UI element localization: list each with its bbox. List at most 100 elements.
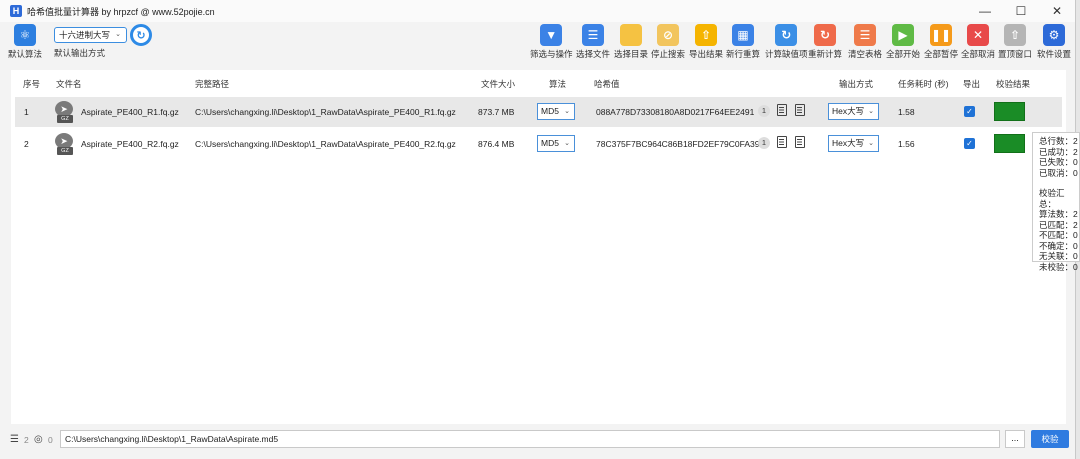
toolbar-button-label: 置顶窗口 bbox=[998, 49, 1033, 59]
verify-result-indicator bbox=[994, 134, 1025, 153]
row-index: 2 bbox=[24, 139, 29, 149]
col-algo[interactable]: 算法 bbox=[549, 78, 566, 90]
output-select[interactable]: Hex大写 ⌄ bbox=[828, 103, 879, 120]
toolbar-button-3[interactable]: 选择目录 bbox=[614, 24, 648, 60]
summary-total: 总行数：2 bbox=[1039, 136, 1078, 146]
row-path: C:\Users\changxing.li\Desktop\1_RawData\… bbox=[195, 107, 456, 117]
window-title: 哈希值批量计算器 by hrpzcf @ www.52pojie.cn bbox=[27, 6, 215, 17]
summary-cancelled: 已取消：0 bbox=[1039, 167, 1078, 178]
title-bar: H 哈希值批量计算器 by hrpzcf @ www.52pojie.cn — … bbox=[0, 0, 1075, 22]
recalc-new-icon: ▦ bbox=[732, 24, 754, 46]
hash-file-path-input[interactable]: C:\Users\changxing.li\Desktop\1_RawData\… bbox=[60, 430, 1000, 448]
algo-select-value: MD5 bbox=[541, 138, 559, 148]
summary-unverified: 未校验：0 bbox=[1039, 261, 1078, 272]
row-filename: Aspirate_PE400_R2.fq.gz bbox=[81, 139, 179, 149]
circle-count: 0 bbox=[48, 435, 53, 445]
summary-unlinked: 无关联：0 bbox=[1039, 251, 1078, 261]
atom-icon: ⚛ bbox=[14, 24, 36, 46]
toolbar-button-2[interactable]: ☰ 选择文件 bbox=[576, 24, 610, 60]
file-list-icon: ☰ bbox=[582, 24, 604, 46]
col-result[interactable]: 校验结果 bbox=[996, 78, 1030, 90]
toolbar-button-label: 全部暂停 bbox=[924, 49, 959, 59]
col-output[interactable]: 输出方式 bbox=[839, 78, 873, 90]
toolbar-button-5[interactable]: ⇧ 导出结果 bbox=[689, 24, 723, 60]
chevron-down-icon: ⌄ bbox=[115, 31, 121, 38]
refresh-icon: ↻ bbox=[775, 24, 798, 46]
row-size: 873.7 MB bbox=[478, 107, 515, 117]
chevron-down-icon: ⌄ bbox=[564, 140, 570, 147]
row-time: 1.56 bbox=[898, 139, 915, 149]
export-checkbox[interactable]: ✓ bbox=[964, 138, 975, 149]
play-icon: ▶ bbox=[892, 24, 914, 46]
edit-hash-icon[interactable] bbox=[795, 104, 805, 116]
row-hash: 088A778D73308180A8D0217F64EE2491 bbox=[596, 107, 755, 117]
chevron-down-icon: ⌄ bbox=[868, 108, 874, 115]
toolbar-button-14[interactable]: ⚙ 软件设置 bbox=[1037, 24, 1071, 60]
col-size[interactable]: 文件大小 bbox=[481, 78, 515, 90]
output-select-value: Hex大写 bbox=[832, 106, 865, 116]
output-select[interactable]: Hex大写 ⌄ bbox=[828, 135, 879, 152]
app-logo-icon: H bbox=[10, 5, 22, 17]
toolbar-button-label: 计算缺值项 bbox=[765, 49, 808, 59]
gear-icon: ⚙ bbox=[1043, 24, 1065, 46]
toolbar-button-10[interactable]: ▶ 全部开始 bbox=[886, 24, 920, 60]
algo-select-value: MD5 bbox=[541, 106, 559, 116]
output-mode-select[interactable]: 十六进制大写 ⌄ bbox=[54, 27, 127, 43]
row-time: 1.58 bbox=[898, 107, 915, 117]
col-index[interactable]: 序号 bbox=[23, 78, 40, 90]
table-row[interactable]: 1 ➤ GZ Aspirate_PE400_R1.fq.gz C:\Users\c… bbox=[15, 97, 1062, 127]
output-select-value: Hex大写 bbox=[832, 138, 865, 148]
col-export[interactable]: 导出 bbox=[963, 78, 980, 90]
toolbar-button-11[interactable]: ❚❚ 全部暂停 bbox=[924, 24, 958, 60]
col-hash[interactable]: 哈希值 bbox=[594, 78, 620, 90]
copy-hash-icon[interactable] bbox=[777, 136, 787, 148]
toolbar-button-9[interactable]: ☰ 清空表格 bbox=[848, 24, 882, 60]
default-algo-button[interactable]: ⚛ 默认算法 bbox=[8, 24, 42, 60]
toolbar-button-6[interactable]: ▦ 新行重算 bbox=[726, 24, 760, 60]
toolbar-button-4[interactable]: ⊘ 停止搜索 bbox=[651, 24, 685, 60]
verify-button[interactable]: 校验 bbox=[1031, 430, 1069, 448]
list-icon: ☰ bbox=[10, 434, 19, 445]
col-filename[interactable]: 文件名 bbox=[56, 78, 82, 90]
gz-file-icon: ➤ GZ bbox=[55, 133, 75, 155]
table-row[interactable]: 2 ➤ GZ Aspirate_PE400_R2.fq.gz C:\Users\c… bbox=[15, 129, 1062, 159]
toolbar-button-8[interactable]: ↻ 重新计算 bbox=[808, 24, 842, 60]
summary-algo-count: 算法数：2 bbox=[1039, 209, 1078, 219]
maximize-button[interactable]: ☐ bbox=[1003, 0, 1039, 22]
algo-select[interactable]: MD5 ⌄ bbox=[537, 103, 575, 120]
toolbar-button-label: 重新计算 bbox=[808, 49, 843, 59]
summary-uncertain: 不确定：0 bbox=[1039, 240, 1078, 251]
toolbar-button-7[interactable]: ↻ 计算缺值项 bbox=[765, 24, 808, 60]
hash-count-badge: 1 bbox=[758, 105, 770, 117]
bottom-bar: ☰ 2 ◎ 0 C:\Users\changxing.li\Desktop\1_… bbox=[0, 426, 1076, 454]
toolbar-button-label: 全部取消 bbox=[961, 49, 996, 59]
toolbar-button-13[interactable]: ⇧ 置顶窗口 bbox=[998, 24, 1032, 60]
verify-result-indicator bbox=[994, 102, 1025, 121]
minimize-button[interactable]: — bbox=[967, 0, 1003, 22]
edit-hash-icon[interactable] bbox=[795, 136, 805, 148]
export-checkbox[interactable]: ✓ bbox=[964, 106, 975, 117]
file-table: 序号 文件名 完整路径 文件大小 算法 哈希值 输出方式 任务耗时 (秒) 导出… bbox=[11, 70, 1066, 424]
row-size: 876.4 MB bbox=[478, 139, 515, 149]
folder-icon bbox=[620, 24, 642, 46]
summary-success: 已成功：2 bbox=[1039, 146, 1078, 157]
default-algo-label: 默认算法 bbox=[8, 49, 43, 59]
close-button[interactable]: ✕ bbox=[1039, 0, 1075, 22]
toolbar-button-1[interactable]: ▼ 筛选与操作 bbox=[530, 24, 573, 60]
col-fullpath[interactable]: 完整路径 bbox=[195, 78, 229, 90]
algo-select[interactable]: MD5 ⌄ bbox=[537, 135, 575, 152]
row-index: 1 bbox=[24, 107, 29, 117]
toolbar-button-label: 清空表格 bbox=[848, 49, 883, 59]
row-filename: Aspirate_PE400_R1.fq.gz bbox=[81, 107, 179, 117]
chevron-down-icon: ⌄ bbox=[868, 140, 874, 147]
app-window: H 哈希值批量计算器 by hrpzcf @ www.52pojie.cn — … bbox=[0, 0, 1076, 459]
refresh-mode-button[interactable]: ↻ bbox=[130, 24, 152, 46]
gz-file-icon: ➤ GZ bbox=[55, 101, 75, 123]
browse-button[interactable]: ... bbox=[1005, 430, 1025, 448]
col-time[interactable]: 任务耗时 (秒) bbox=[898, 78, 949, 90]
toolbar-button-12[interactable]: ✕ 全部取消 bbox=[961, 24, 995, 60]
summary-panel: 总行数：2 已成功：2 已失败：0 已取消：0 校验汇总： 算法数：2 已匹配：… bbox=[1032, 132, 1080, 272]
copy-hash-icon[interactable] bbox=[777, 104, 787, 116]
circle-icon: ◎ bbox=[34, 434, 43, 445]
output-mode-value: 十六进制大写 bbox=[59, 30, 111, 40]
